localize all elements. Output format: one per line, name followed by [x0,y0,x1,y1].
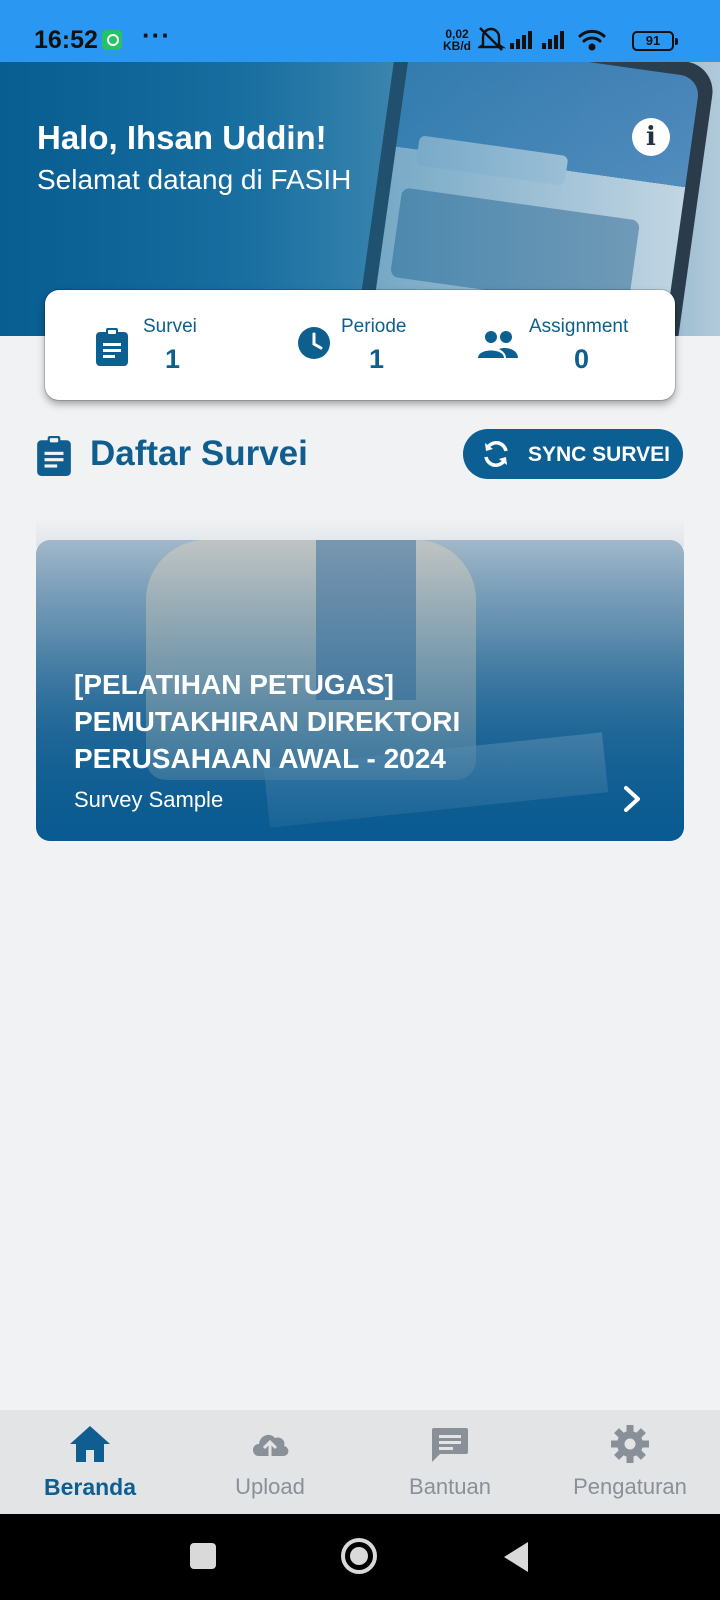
whatsapp-notification-icon [102,30,122,50]
people-icon [478,331,518,358]
system-navigation-bar [0,1514,720,1600]
home-icon [70,1426,110,1462]
battery-icon: 91 [632,31,678,51]
survey-title: [PELATIHAN PETUGAS] PEMUTAKHIRAN DIREKTO… [74,669,461,774]
wifi-icon [578,29,606,51]
sync-survei-button[interactable]: SYNC SURVEI [463,429,683,479]
recents-icon[interactable] [190,1543,216,1569]
info-icon[interactable]: i [632,118,670,156]
stat-label: Survei [143,316,197,337]
stat-value: 1 [165,344,181,374]
signal-icon-1 [510,31,532,49]
nav-item-beranda[interactable]: Beranda [0,1410,180,1514]
more-notifications-icon: ··· [142,20,171,50]
chevron-right-icon[interactable] [620,784,644,814]
nav-label: Pengaturan [573,1474,687,1499]
stat-label: Assignment [529,316,629,337]
chat-icon [432,1428,468,1462]
back-icon[interactable] [504,1542,528,1572]
survey-subtitle: Survey Sample [74,787,224,812]
clock-icon [298,327,330,359]
signal-icon-2 [542,31,564,49]
nav-item-bantuan[interactable]: Bantuan [360,1410,540,1514]
stat-label: Periode [341,316,407,337]
mute-bell-icon [478,27,506,51]
sync-icon [484,441,508,467]
nav-label: Bantuan [409,1474,491,1499]
status-bar: 16:52 ··· 0,02 KB/d 91 [0,0,720,62]
clipboard-icon [96,328,128,366]
nav-item-pengaturan[interactable]: Pengaturan [540,1410,720,1514]
home-circle-icon[interactable] [341,1538,377,1574]
section-title: Daftar Survei [90,434,308,473]
gear-icon [611,1425,649,1463]
nav-label: Upload [235,1474,305,1499]
stat-value: 1 [369,344,385,374]
clipboard-icon [37,436,71,476]
network-speed: 0,02 KB/d [443,28,471,52]
status-time: 16:52 [34,26,98,54]
cloud-upload-icon [253,1434,289,1458]
greeting-subtitle: Selamat datang di FASIH [37,164,352,195]
nav-item-upload[interactable]: Upload [180,1410,360,1514]
nav-label: Beranda [43,1474,137,1500]
stats-card: Survei 1 Periode 1 Assignment 0 [45,290,675,400]
status-icons [478,27,606,51]
bottom-navigation: Beranda Upload Bantuan Pengaturan [0,1410,720,1514]
survey-card[interactable]: [PELATIHAN PETUGAS] PEMUTAKHIRAN DIREKTO… [36,540,684,841]
stat-value: 0 [574,344,590,374]
greeting-title: Halo, Ihsan Uddin! [37,119,327,156]
network-speed-unit: KB/d [443,39,471,53]
sync-survei-label: SYNC SURVEI [528,443,670,466]
